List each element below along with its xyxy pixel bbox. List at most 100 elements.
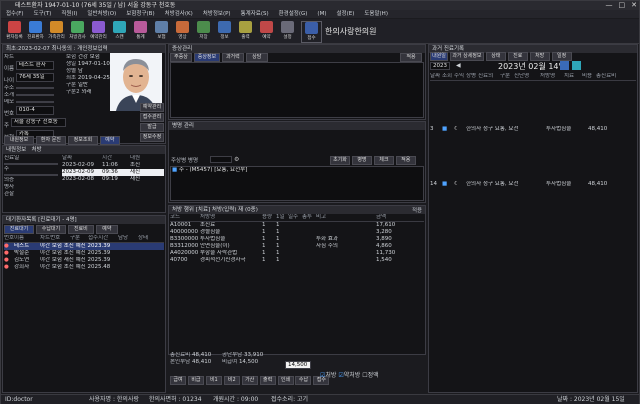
age-field[interactable]: 76세 35일	[15, 73, 54, 82]
menu-item[interactable]: 설정(E)	[331, 11, 359, 17]
table-row[interactable]: 40700 경피적전기신경자극 1 1 1,540	[170, 257, 424, 264]
output-button[interactable]: 출력	[259, 376, 276, 385]
address-field[interactable]	[15, 87, 54, 89]
toolbar-button[interactable]: 저장	[194, 21, 213, 41]
toolbar-button[interactable]: 접수	[301, 21, 322, 43]
menu-item[interactable]: 환경설정(G)	[274, 11, 313, 17]
referral-field[interactable]	[15, 94, 54, 96]
visit-main-field[interactable]	[4, 174, 58, 176]
toolbar-button[interactable]: 출력	[236, 21, 255, 41]
reset-button[interactable]: 초기화	[330, 156, 350, 165]
memo-field[interactable]	[15, 101, 54, 103]
table-row[interactable]: ● 김도연 야간 보험 재진 예진 2025.39	[4, 257, 164, 264]
tab-booking[interactable]: 예약	[95, 225, 118, 234]
tab-questionnaire[interactable]: 환자 문진	[35, 136, 66, 145]
toolbar-button[interactable]: 통계	[131, 21, 150, 41]
toolbar-button[interactable]: 보험	[152, 21, 171, 41]
table-row[interactable]: 14 ■ ☾ 한의사 청구 요통, 요천 투자법침술 48,410	[430, 181, 636, 188]
uncovered-button[interactable]: 비급	[187, 376, 204, 385]
issue-button[interactable]: 발급	[140, 123, 164, 132]
menu-item[interactable]: 일반처방(O)	[82, 11, 121, 17]
tab-state[interactable]: 상태	[485, 52, 506, 61]
tab-main-symptom[interactable]: 주증상	[170, 53, 192, 62]
table-row[interactable]: 3 ■ ☾ 한의사 청구 요통, 요천 투자법침술 48,410	[430, 126, 636, 133]
visit-date-field[interactable]	[4, 163, 58, 165]
covered-button[interactable]: 급여	[170, 376, 186, 385]
menu-item[interactable]: 처방정보(P)	[198, 11, 236, 17]
complaint-text-area[interactable]	[170, 62, 424, 118]
diagnosis-search-input[interactable]	[210, 156, 232, 163]
tab-waiting[interactable]: 진료대기	[4, 225, 34, 234]
patient-name-field[interactable]: 테스트 환자	[15, 61, 54, 70]
table-row[interactable]: A10001 초진료 1 1 17,610	[170, 222, 424, 229]
menu-item[interactable]: 보험청구(B)	[121, 11, 159, 17]
phone-field[interactable]: 010-4	[15, 106, 54, 115]
menu-item[interactable]: 직원(I)	[56, 11, 82, 17]
year-select[interactable]: 2023	[430, 62, 450, 70]
reservation-button[interactable]: 예약관리	[140, 103, 164, 112]
reception-button[interactable]: 접수관리	[140, 113, 164, 122]
prev-icon[interactable]: ◀	[456, 62, 461, 70]
toolbar-button[interactable]: 예약관리	[89, 21, 108, 41]
menu-item[interactable]: 도움말(H)	[359, 11, 393, 17]
checkbox[interactable]: ☐정액	[362, 372, 378, 379]
calendar-icon[interactable]	[560, 61, 569, 70]
table-row[interactable]: 2023-02-09 09:36 재진	[62, 169, 164, 176]
gear-icon[interactable]: ⚙	[234, 156, 239, 163]
table-row[interactable]: 2023-02-08 09:19 재진	[62, 176, 164, 183]
toolbar-button[interactable]: 가족관리	[47, 21, 66, 41]
tab-symptom-info[interactable]: 증상정보	[193, 53, 220, 62]
tab-visit-date[interactable]: 내원일	[430, 52, 448, 61]
receive-payment-button[interactable]: 수납	[295, 376, 312, 385]
toolbar-button[interactable]: 정보	[215, 21, 234, 41]
table-row[interactable]: ● 테스트 야간 보험 초진 예진 2023.39	[4, 243, 164, 250]
menu-item[interactable]: 접수(F)	[1, 11, 29, 17]
table-row[interactable]: B3300000 투자법침술 1 1 투화 효과 3,890	[170, 236, 424, 243]
table-row[interactable]: 2023-02-09 11:06 초진	[62, 162, 164, 169]
table-row[interactable]: A4020000 부항술 자락관법 1 1 11,730	[170, 250, 424, 257]
tab-visit-info[interactable]: 내원정보	[4, 136, 34, 145]
full-address-field[interactable]: 서울 강동구 천호동	[10, 118, 66, 127]
tab-past-history[interactable]: 과거력	[221, 53, 244, 62]
menu-item[interactable]: 처방검사(K)	[160, 11, 198, 17]
payment-amount-field[interactable]: 14,500	[285, 361, 311, 369]
toolbar-button[interactable]: 예약	[257, 21, 276, 41]
menu-item[interactable]: 통계자료(S)	[236, 11, 274, 17]
toolbar-button[interactable]: 설정	[278, 21, 297, 41]
table-row[interactable]: ● 박철순 야간 보험 초진 예진 2025.39	[4, 250, 164, 257]
refresh-icon[interactable]	[572, 61, 581, 70]
tab-consult[interactable]: 상담	[245, 53, 268, 62]
toolbar-button[interactable]: 스캔	[110, 21, 129, 41]
complaint-apply-button[interactable]: 적용	[400, 53, 422, 62]
tab-schedule[interactable]: 일정	[551, 52, 572, 61]
menu-item[interactable]: 도구(T)	[29, 11, 57, 17]
print-button[interactable]: 인쇄	[277, 376, 294, 385]
toolbar-button[interactable]: 환자등록	[5, 21, 24, 41]
tab-detail[interactable]: 과거 상세정보	[449, 52, 484, 61]
disease-button[interactable]: 병명	[351, 156, 372, 165]
table-row[interactable]: B3312000 안면침술(이) 1 1 자침 주의 4,860	[170, 243, 424, 250]
close-button[interactable]: ✕	[631, 1, 637, 10]
tab-payment-wait[interactable]: 수납대기	[35, 225, 66, 234]
tab-prescription[interactable]: 처방	[529, 52, 550, 61]
apply-button[interactable]: 적용	[395, 156, 416, 165]
table-row[interactable]: ● 강희자 야간 보험 초진 예진 2025.48	[4, 264, 164, 271]
check-button[interactable]: 체크	[373, 156, 394, 165]
maximize-button[interactable]: □	[619, 1, 626, 10]
minimize-button[interactable]: —	[606, 1, 613, 10]
uncovered2-button[interactable]: 비2	[223, 376, 240, 385]
toolbar-button[interactable]: 진료환자	[26, 21, 45, 41]
table-row[interactable]: 40000000 경혈침술 1 1 3,280	[170, 229, 424, 236]
checkbox[interactable]: ☑처방	[320, 372, 336, 379]
toolbar-button[interactable]: 처방검사	[68, 21, 87, 41]
tab-fee[interactable]: 진료비	[67, 225, 94, 234]
uncovered1-button[interactable]: 비1	[205, 376, 222, 385]
menu-item[interactable]: (M)	[312, 11, 331, 17]
tab-reservation[interactable]: 예약	[99, 136, 120, 145]
tab-lookup[interactable]: 정보조회	[67, 136, 98, 145]
tab-treatment[interactable]: 진료	[507, 52, 528, 61]
checkbox[interactable]: ☑약처방	[338, 372, 360, 379]
list-item[interactable]: ■ 주 - (M5457) [요통, 요천부]	[172, 167, 422, 174]
surcharge-button[interactable]: 가산	[241, 376, 258, 385]
toolbar-button[interactable]: 영상	[173, 21, 192, 41]
